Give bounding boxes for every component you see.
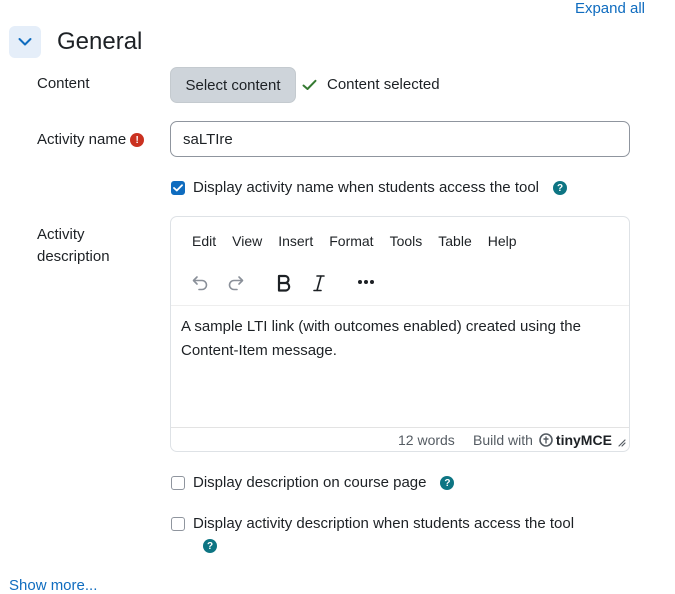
help-icon[interactable]: ?: [203, 539, 217, 553]
check-icon: [302, 79, 317, 90]
activity-description-label-line1: Activity: [37, 226, 85, 243]
bold-icon[interactable]: [276, 274, 292, 292]
toolbar-divider: [171, 305, 629, 306]
tinymce-brand: tinyMCE: [555, 432, 612, 448]
activity-description-label: Activity description: [37, 224, 110, 268]
menu-table[interactable]: Table: [438, 233, 471, 249]
display-name-label: Display activity name when students acce…: [193, 179, 540, 196]
display-name-checkbox[interactable]: [171, 181, 185, 195]
activity-name-label: Activity name: [37, 131, 127, 148]
section-collapse-toggle[interactable]: [9, 26, 41, 58]
italic-icon[interactable]: [312, 274, 326, 292]
undo-icon[interactable]: [191, 273, 209, 291]
menu-tools[interactable]: Tools: [390, 233, 423, 249]
menu-format[interactable]: Format: [329, 233, 373, 249]
checkbox-check-icon: [173, 184, 183, 192]
select-content-button[interactable]: Select content: [170, 67, 296, 103]
display-activity-description-label: Display activity description when studen…: [193, 515, 575, 532]
tiny-logo-icon: [539, 433, 553, 447]
content-label: Content: [37, 75, 90, 92]
section-title: General: [57, 28, 143, 55]
display-description-checkbox[interactable]: [171, 476, 185, 490]
activity-name-input[interactable]: [170, 121, 630, 157]
expand-all-link[interactable]: Expand all: [575, 0, 645, 17]
editor-content[interactable]: A sample LTI link (with outcomes enabled…: [181, 315, 626, 363]
word-count[interactable]: 12 words: [398, 432, 455, 448]
tinymce-branding[interactable]: Build with tinyMCE: [473, 432, 612, 448]
status-bar-divider: [171, 427, 629, 428]
help-icon[interactable]: ?: [553, 181, 568, 195]
required-icon: !: [130, 133, 145, 147]
display-description-label: Display description on course page: [193, 474, 427, 491]
display-name-option: Display activity name when students acce…: [171, 177, 568, 199]
chevron-down-icon: [18, 38, 32, 46]
activity-description-label-line2: description: [37, 248, 110, 265]
content-status-text: Content selected: [327, 76, 440, 93]
redo-icon[interactable]: [227, 273, 245, 291]
help-icon[interactable]: ?: [440, 476, 455, 490]
content-status: Content selected: [302, 76, 440, 93]
resize-icon[interactable]: [616, 437, 626, 447]
menu-edit[interactable]: Edit: [192, 233, 216, 249]
activity-name-label-group: Activity name !: [37, 129, 145, 151]
menu-insert[interactable]: Insert: [278, 233, 313, 249]
menu-help[interactable]: Help: [488, 233, 517, 249]
rich-text-editor: Edit View Insert Format Tools Table Help…: [170, 216, 630, 452]
build-with-text: Build with: [473, 432, 533, 448]
editor-menubar: Edit View Insert Format Tools Table Help: [192, 233, 517, 249]
menu-view[interactable]: View: [232, 233, 262, 249]
display-activity-description-option: Display activity description when studen…: [171, 513, 574, 535]
display-activity-description-checkbox[interactable]: [171, 517, 185, 531]
more-icon[interactable]: [357, 279, 375, 285]
display-description-option: Display description on course page ?: [171, 472, 455, 494]
